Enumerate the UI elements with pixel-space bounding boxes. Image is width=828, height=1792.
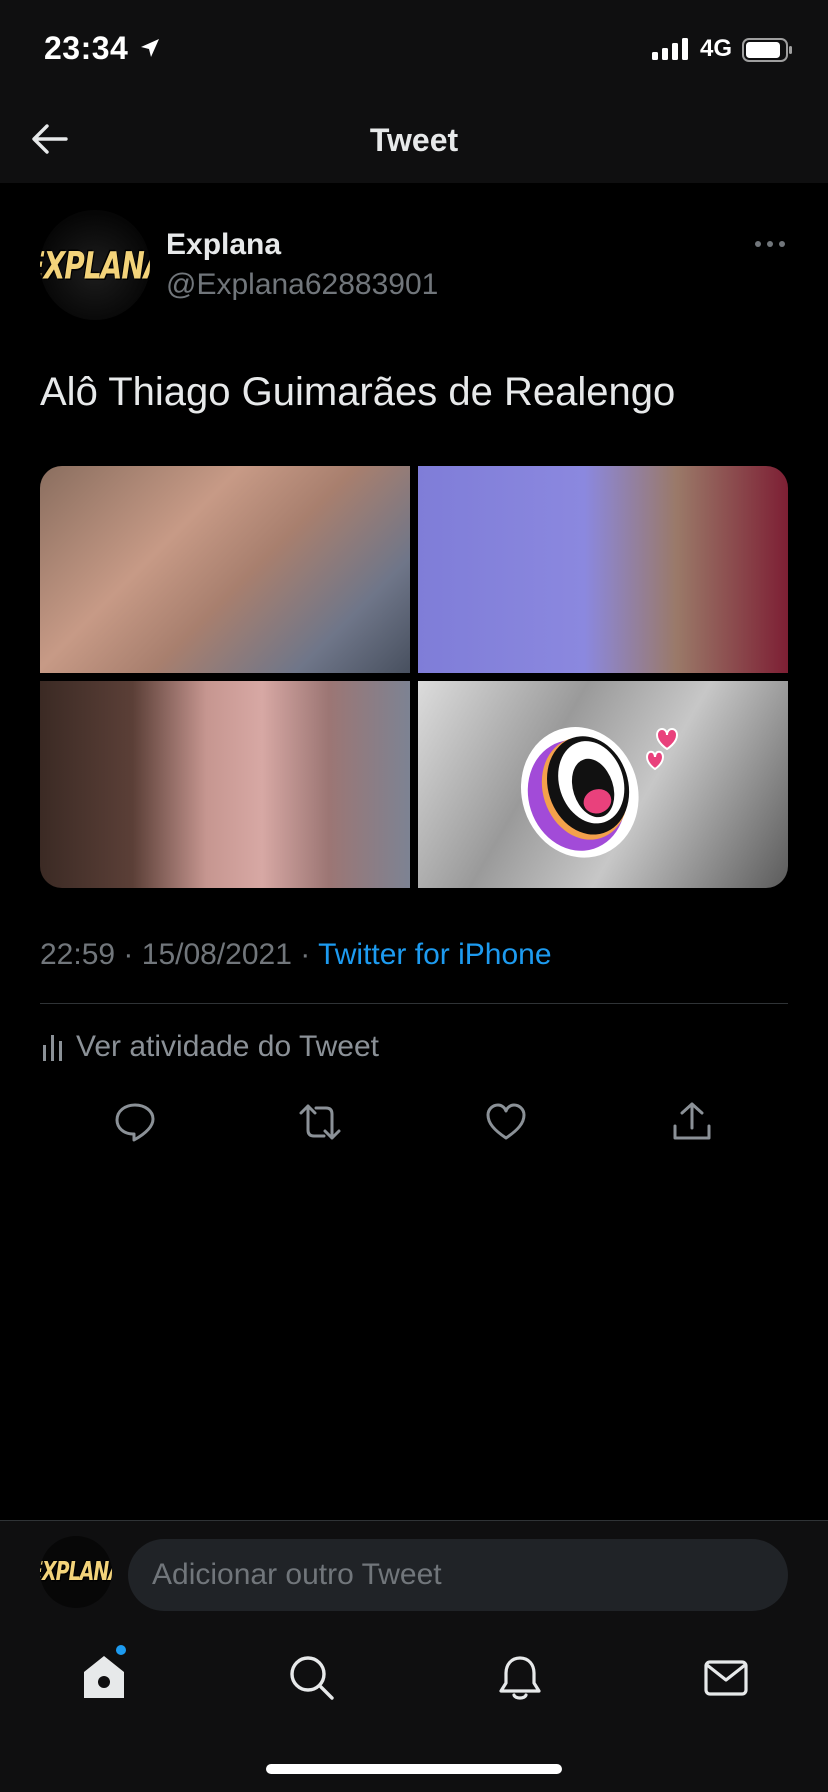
tweet-photo-2[interactable]	[418, 466, 788, 673]
media-grid	[40, 466, 788, 888]
tweet-text: Alô Thiago Guimarães de Realengo	[40, 370, 676, 414]
home-notification-dot	[116, 1645, 126, 1655]
battery-icon	[742, 38, 792, 62]
tweet-photo-4[interactable]	[418, 681, 788, 888]
home-indicator[interactable]	[266, 1764, 562, 1774]
tweet-photo-1[interactable]	[40, 466, 410, 673]
search-icon[interactable]	[286, 1652, 338, 1704]
home-icon[interactable]	[78, 1652, 130, 1704]
tweet-meta: 22:59 · 15/08/2021 · Twitter for iPhone	[40, 938, 552, 972]
network-type: 4G	[700, 35, 733, 62]
mouth-sticker-icon	[520, 727, 639, 858]
reply-icon[interactable]	[113, 1100, 157, 1144]
more-options-icon[interactable]	[752, 232, 788, 256]
location-arrow-icon	[141, 39, 159, 57]
tweet-photo-3[interactable]	[40, 681, 410, 888]
meta-separator: ·	[300, 938, 311, 971]
share-icon[interactable]	[670, 1100, 714, 1144]
retweet-icon[interactable]	[298, 1100, 342, 1144]
author-avatar[interactable]: EXPLANA	[40, 210, 150, 320]
tweet-time: 22:59	[40, 938, 116, 971]
hearts-icon	[645, 728, 679, 771]
heart-icon[interactable]	[484, 1100, 528, 1144]
bar-chart-icon	[43, 1035, 62, 1061]
page-title: Tweet	[369, 122, 459, 158]
tweet-source-link[interactable]: Twitter for iPhone	[318, 938, 551, 971]
author-name[interactable]: Explana	[166, 228, 281, 262]
avatar-logo-text: EXPLANA	[40, 242, 150, 288]
tweet-activity-link[interactable]: Ver atividade do Tweet	[40, 1030, 379, 1064]
meta-separator: ·	[123, 938, 134, 971]
cellular-signal-icon	[652, 38, 688, 60]
divider	[40, 1003, 788, 1004]
author-handle[interactable]: @Explana62883901	[166, 268, 438, 302]
reply-compose-input[interactable]	[128, 1539, 788, 1611]
compose-avatar: EXPLANA	[40, 1536, 112, 1608]
mail-icon[interactable]	[700, 1652, 752, 1704]
status-time: 23:34	[44, 30, 129, 66]
tweet-date: 15/08/2021	[141, 938, 292, 971]
activity-label: Ver atividade do Tweet	[76, 1030, 379, 1063]
avatar-logo-text: EXPLANA	[40, 1557, 112, 1587]
bell-icon[interactable]	[494, 1652, 546, 1704]
